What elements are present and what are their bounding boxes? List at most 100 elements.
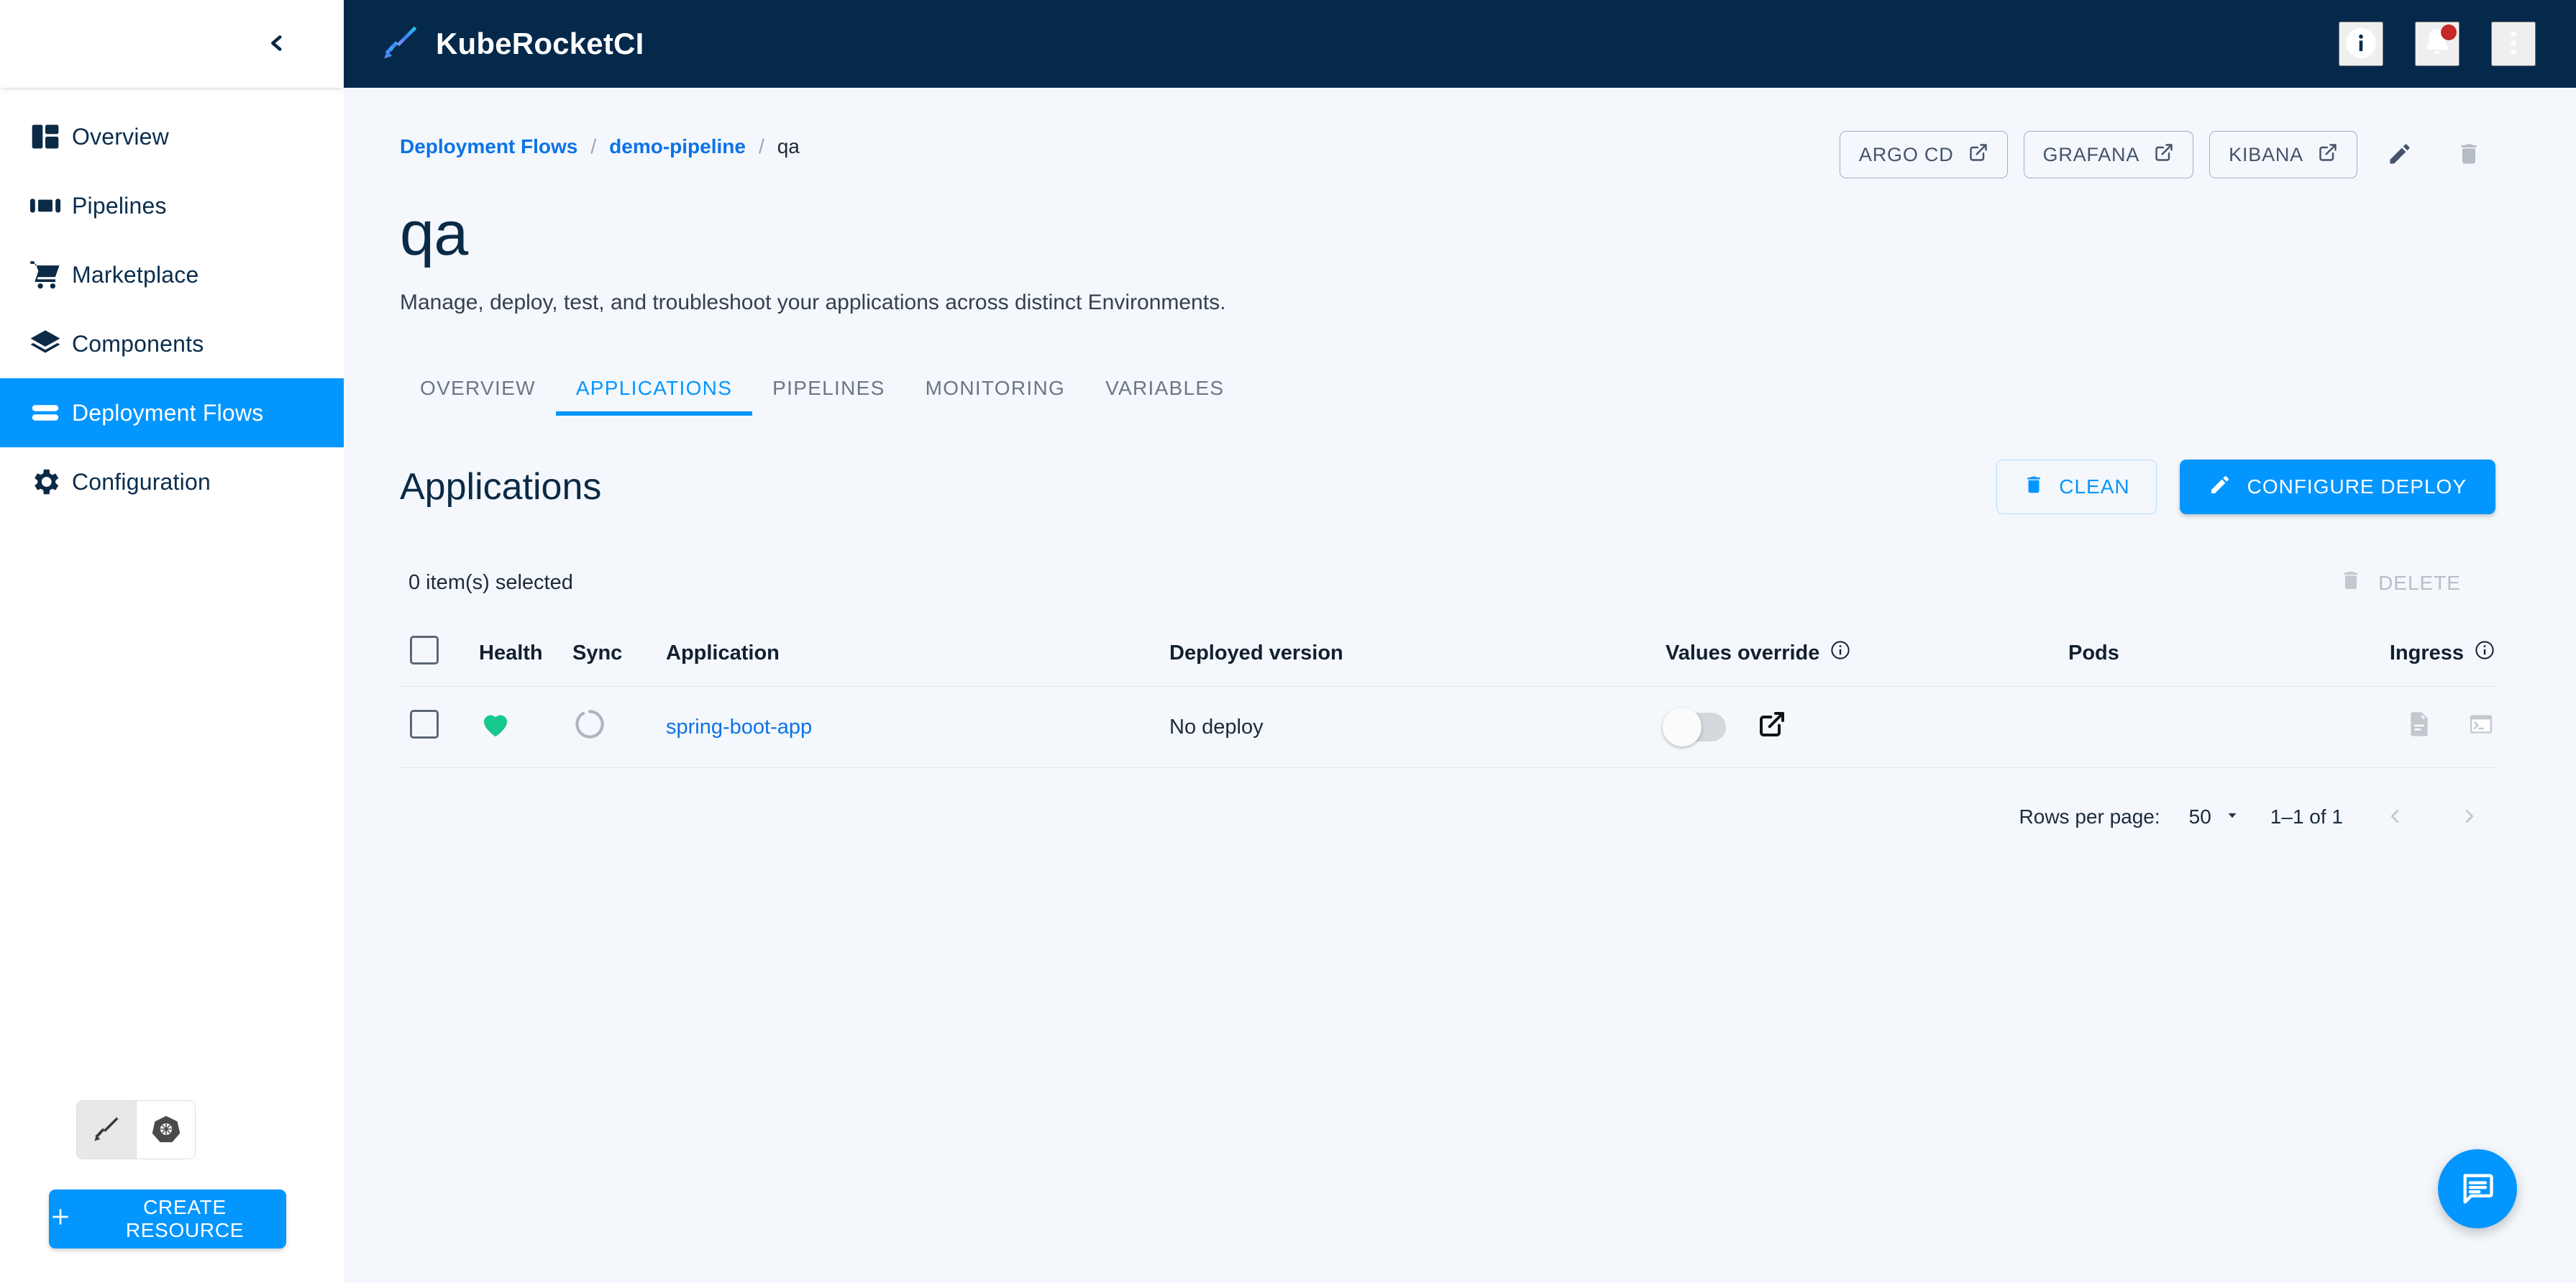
- previous-page-button[interactable]: [2372, 794, 2418, 840]
- breadcrumb-item-demo-pipeline[interactable]: demo-pipeline: [609, 135, 746, 158]
- chat-bubble-icon: [2459, 1169, 2496, 1209]
- table-pagination: Rows per page: 50 1–1 of 1: [400, 768, 2495, 840]
- table-row[interactable]: spring-boot-app No deploy: [400, 687, 2495, 768]
- column-label: Health: [479, 641, 543, 665]
- clean-button[interactable]: CLEAN: [1996, 460, 2157, 515]
- brand[interactable]: KubeRocketCI: [381, 23, 644, 65]
- dashboard-icon: [19, 121, 72, 152]
- sidebar-item-pipelines[interactable]: Pipelines: [0, 171, 344, 240]
- plus-icon: [49, 1205, 72, 1233]
- tab-pipelines[interactable]: PIPELINES: [752, 377, 905, 416]
- sidebar-item-label: Deployment Flows: [72, 399, 264, 426]
- cell-sync: [572, 687, 666, 768]
- sidebar-item-label: Marketplace: [72, 261, 199, 288]
- delete-environment-button[interactable]: [2442, 128, 2495, 181]
- column-label: Sync: [572, 641, 623, 665]
- external-link-icon: [2154, 142, 2174, 168]
- info-outline-icon[interactable]: [2474, 639, 2495, 667]
- document-icon[interactable]: [2405, 710, 2434, 744]
- chevron-right-icon: [2459, 805, 2480, 829]
- sidebar-footer: CREATE RESOURCE: [0, 1100, 344, 1283]
- values-override-toggle[interactable]: [1663, 708, 1726, 747]
- info-outline-icon[interactable]: [1830, 639, 1851, 667]
- delete-selected-button[interactable]: DELETE: [2339, 569, 2487, 597]
- mode-button-krci[interactable]: [77, 1101, 136, 1159]
- trash-icon: [2339, 569, 2362, 597]
- edit-environment-button[interactable]: [2373, 128, 2426, 181]
- column-header-select-all: [400, 620, 479, 687]
- tab-applications[interactable]: APPLICATIONS: [555, 377, 753, 416]
- next-page-button[interactable]: [2447, 794, 2493, 840]
- delete-selected-label: DELETE: [2378, 571, 2461, 594]
- breadcrumb-item-current: qa: [777, 135, 800, 157]
- top-bar: KubeRocketCI: [344, 0, 2576, 88]
- column-header-pods: Pods: [2068, 620, 2370, 687]
- column-label: Application: [666, 641, 780, 665]
- applications-title: Applications: [400, 466, 602, 508]
- argo-cd-button[interactable]: ARGO CD: [1839, 131, 2008, 178]
- application-root: Overview Pipelines Marketplace Component…: [0, 0, 2576, 1283]
- sidebar-item-label: Overview: [72, 123, 169, 150]
- external-link-icon: [1968, 142, 1988, 168]
- notifications-button[interactable]: [2415, 22, 2459, 66]
- mode-button-kubernetes[interactable]: [136, 1101, 195, 1159]
- breadcrumb-separator: /: [590, 135, 597, 157]
- toggle-knob: [1663, 708, 1702, 747]
- application-link[interactable]: spring-boot-app: [666, 716, 812, 739]
- tab-bar: OVERVIEW APPLICATIONS PIPELINES MONITORI…: [400, 377, 2495, 416]
- more-vertical-icon: [2498, 27, 2529, 61]
- sidebar-item-marketplace[interactable]: Marketplace: [0, 240, 344, 309]
- terminal-icon[interactable]: [2467, 710, 2495, 744]
- selected-count-label: 0 item(s) selected: [408, 571, 573, 595]
- tab-overview[interactable]: OVERVIEW: [400, 377, 556, 416]
- cell-pods: [2068, 687, 2370, 768]
- spinner-icon: [572, 710, 607, 746]
- cell-select: [400, 687, 479, 768]
- select-all-checkbox[interactable]: [410, 636, 439, 665]
- configure-deploy-label: CONFIGURE DEPLOY: [2247, 475, 2467, 498]
- tab-variables[interactable]: VARIABLES: [1085, 377, 1244, 416]
- sidebar-item-label: Components: [72, 330, 204, 357]
- grafana-button[interactable]: GRAFANA: [2023, 131, 2194, 178]
- breadcrumb-item-deployment-flows[interactable]: Deployment Flows: [400, 135, 577, 158]
- column-header-health: Health: [479, 620, 572, 687]
- more-menu-button[interactable]: [2491, 22, 2536, 66]
- topbar-actions: [2339, 22, 2536, 66]
- page-title: qa: [400, 199, 468, 268]
- applications-actions: CLEAN CONFIGURE DEPLOY: [1996, 460, 2495, 515]
- create-resource-button[interactable]: CREATE RESOURCE: [49, 1190, 286, 1248]
- page-content: Deployment Flows / demo-pipeline / qa AR…: [344, 88, 2576, 1283]
- rows-per-page-value: 50: [2188, 805, 2211, 828]
- gear-icon: [19, 465, 72, 498]
- krci-feather-icon: [92, 1115, 121, 1146]
- column-header-ingress: Ingress: [2370, 620, 2495, 687]
- sidebar-collapse-button[interactable]: [252, 19, 302, 69]
- sidebar-item-deployment-flows[interactable]: Deployment Flows: [0, 378, 344, 447]
- sidebar-item-label: Configuration: [72, 468, 211, 495]
- deployment-flows-icon: [19, 396, 72, 429]
- pagination-range-label: 1–1 of 1: [2270, 805, 2343, 828]
- chevron-left-icon: [265, 25, 289, 63]
- info-button[interactable]: [2339, 22, 2383, 66]
- notification-badge-dot: [2441, 24, 2457, 40]
- rows-per-page-select[interactable]: 50: [2189, 805, 2242, 829]
- external-link-icon[interactable]: [1758, 710, 1786, 744]
- kibana-button[interactable]: KIBANA: [2209, 131, 2357, 178]
- heart-icon: [479, 715, 512, 746]
- row-checkbox[interactable]: [410, 710, 439, 739]
- page-actions: ARGO CD GRAFANA KIBANA: [1839, 128, 2495, 181]
- cell-values-override: [1663, 687, 2068, 768]
- chat-fab-button[interactable]: [2438, 1149, 2517, 1228]
- sidebar-item-configuration[interactable]: Configuration: [0, 447, 344, 516]
- resource-mode-toggle: [76, 1100, 196, 1159]
- tab-monitoring[interactable]: MONITORING: [905, 377, 1085, 416]
- sidebar-item-components[interactable]: Components: [0, 309, 344, 378]
- table-header-row: Health Sync Application Deployed version: [400, 620, 2495, 687]
- trash-icon: [2456, 141, 2482, 169]
- grafana-label: GRAFANA: [2042, 143, 2140, 165]
- trash-icon: [2023, 474, 2045, 501]
- column-header-sync: Sync: [572, 620, 666, 687]
- breadcrumb-row: Deployment Flows / demo-pipeline / qa AR…: [400, 128, 2495, 181]
- configure-deploy-button[interactable]: CONFIGURE DEPLOY: [2179, 460, 2495, 515]
- sidebar-item-overview[interactable]: Overview: [0, 102, 344, 171]
